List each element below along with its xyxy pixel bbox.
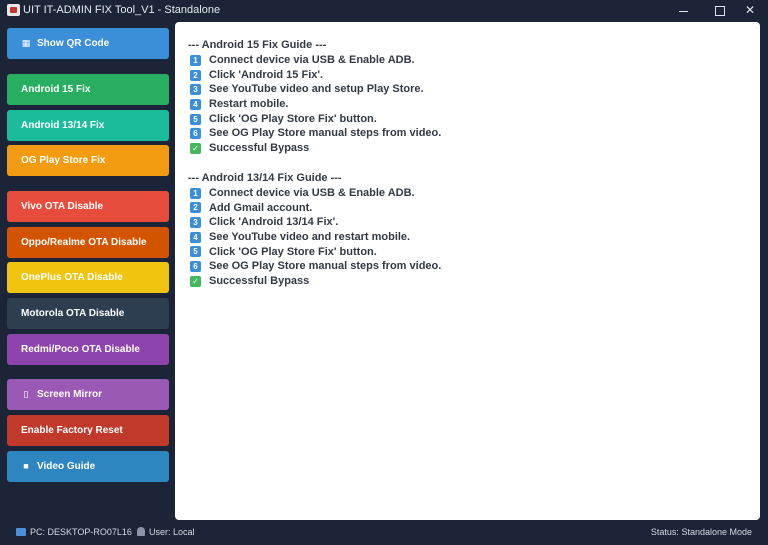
checkmark-icon: ✓ (190, 275, 201, 287)
number-badge-icon: 3 (190, 84, 201, 96)
checkmark-icon: ✓ (190, 142, 201, 154)
number-badge-icon: 2 (190, 202, 201, 214)
oneplus-ota-disable-label: OnePlus OTA Disable (21, 272, 123, 283)
redmi-poco-ota-disable-label: Redmi/Poco OTA Disable (21, 344, 140, 355)
monitor-icon (16, 528, 26, 536)
redmi-poco-ota-disable-button[interactable]: Redmi/Poco OTA Disable (7, 334, 169, 365)
video-guide-button[interactable]: ■ Video Guide (7, 451, 169, 482)
guide-step: 5 Click 'OG Play Store Fix' button. (188, 245, 760, 260)
guide-step: ✓ Successful Bypass (188, 274, 760, 289)
android-13-14-fix-label: Android 13/14 Fix (21, 120, 105, 131)
step-text: See OG Play Store manual steps from vide… (209, 260, 442, 273)
guide-step: ✓ Successful Bypass (188, 141, 760, 156)
guide-step: 5 Click 'OG Play Store Fix' button. (188, 112, 760, 127)
guide-heading: --- Android 15 Fix Guide --- (188, 39, 327, 51)
screen-mirror-label: Screen Mirror (37, 389, 103, 400)
vivo-ota-disable-label: Vivo OTA Disable (21, 201, 104, 212)
enable-factory-reset-label: Enable Factory Reset (21, 425, 123, 436)
number-badge-icon: 1 (190, 187, 201, 199)
step-text: Click 'Android 13/14 Fix'. (209, 216, 339, 229)
guide-step: 3 Click 'Android 13/14 Fix'. (188, 215, 760, 230)
oneplus-ota-disable-button[interactable]: OnePlus OTA Disable (7, 262, 169, 293)
guide-step: 2 Click 'Android 15 Fix'. (188, 68, 760, 83)
guide-step: 3 See YouTube video and setup Play Store. (188, 82, 760, 97)
number-badge-icon: 5 (190, 113, 201, 125)
user-icon (137, 527, 145, 536)
window-title: UIT IT-ADMIN FIX Tool_V1 - Standalone (23, 4, 221, 16)
guide-heading: --- Android 13/14 Fix Guide --- (188, 171, 342, 184)
guide-step: 6 See OG Play Store manual steps from vid… (188, 126, 760, 141)
status-text: Status: Standalone Mode (650, 527, 752, 537)
step-text: See YouTube video and setup Play Store. (209, 83, 424, 96)
pc-info: PC: DESKTOP-RO07L16 (16, 520, 132, 545)
motorola-ota-disable-label: Motorola OTA Disable (21, 308, 125, 319)
guide-text-panel[interactable]: --- Android 15 Fix Guide --- 1 Connect de… (175, 22, 760, 520)
title-bar: UIT IT-ADMIN FIX Tool_V1 - Standalone ✕ (0, 0, 768, 21)
number-badge-icon: 5 (190, 246, 201, 258)
step-text: Successful Bypass (209, 142, 310, 155)
og-play-store-fix-button[interactable]: OG Play Store Fix (7, 145, 169, 176)
number-badge-icon: 2 (190, 69, 201, 81)
close-button[interactable]: ✕ (732, 0, 768, 21)
video-icon: ■ (23, 461, 29, 471)
step-text: Connect device via USB & Enable ADB. (209, 186, 415, 199)
number-badge-icon: 1 (190, 54, 201, 66)
og-play-store-fix-label: OG Play Store Fix (21, 155, 106, 166)
oppo-realme-ota-disable-label: Oppo/Realme OTA Disable (21, 237, 147, 248)
show-qr-code-label: Show QR Code (37, 38, 110, 49)
screen-mirror-button[interactable]: ▯ Screen Mirror (7, 379, 169, 410)
guide-step: 4 Restart mobile. (188, 97, 760, 112)
step-text: Restart mobile. (209, 98, 289, 111)
video-guide-label: Video Guide (37, 461, 96, 472)
guide-step: 2 Add Gmail account. (188, 201, 760, 216)
step-text: See OG Play Store manual steps from vide… (209, 127, 442, 140)
status-bar: PC: DESKTOP-RO07L16 User: Local Status: … (0, 520, 768, 545)
show-qr-code-button[interactable]: ▦ Show QR Code (7, 28, 169, 59)
android-15-guide: --- Android 15 Fix Guide --- 1 Connect de… (188, 38, 760, 156)
guide-step: 1 Connect device via USB & Enable ADB. (188, 53, 760, 68)
step-text: Connect device via USB & Enable ADB. (209, 54, 415, 66)
number-badge-icon: 4 (190, 231, 201, 243)
user-text: User: Local (149, 527, 195, 537)
minimize-button[interactable] (665, 0, 701, 21)
android-15-fix-label: Android 15 Fix (21, 84, 91, 95)
phone-icon: ▯ (23, 389, 29, 399)
motorola-ota-disable-button[interactable]: Motorola OTA Disable (7, 298, 169, 329)
pc-name-text: PC: DESKTOP-RO07L16 (30, 527, 132, 537)
vivo-ota-disable-button[interactable]: Vivo OTA Disable (7, 191, 169, 222)
number-badge-icon: 3 (190, 217, 201, 229)
step-text: Click 'Android 15 Fix'. (209, 68, 324, 81)
android-13-14-guide: --- Android 13/14 Fix Guide --- 1 Connect… (188, 171, 760, 289)
number-badge-icon: 4 (190, 98, 201, 110)
guide-step: 4 See YouTube video and restart mobile. (188, 230, 760, 245)
guide-step: 1 Connect device via USB & Enable ADB. (188, 186, 760, 201)
guide-step: 6 See OG Play Store manual steps from vid… (188, 259, 760, 274)
number-badge-icon: 6 (190, 261, 201, 273)
step-text: See YouTube video and restart mobile. (209, 230, 411, 243)
step-text: Add Gmail account. (209, 201, 313, 214)
android-15-fix-button[interactable]: Android 15 Fix (7, 74, 169, 105)
oppo-realme-ota-disable-button[interactable]: Oppo/Realme OTA Disable (7, 227, 169, 258)
android-13-14-fix-button[interactable]: Android 13/14 Fix (7, 110, 169, 141)
enable-factory-reset-button[interactable]: Enable Factory Reset (7, 415, 169, 446)
number-badge-icon: 6 (190, 128, 201, 140)
step-text: Successful Bypass (209, 274, 310, 287)
user-info: User: Local (137, 520, 195, 545)
sidebar: ▦ Show QR Code Android 15 Fix Android 13/… (0, 21, 175, 520)
step-text: Click 'OG Play Store Fix' button. (209, 245, 377, 258)
app-logo-icon (7, 4, 20, 16)
step-text: Click 'OG Play Store Fix' button. (209, 112, 377, 125)
qr-code-icon: ▦ (21, 38, 31, 48)
